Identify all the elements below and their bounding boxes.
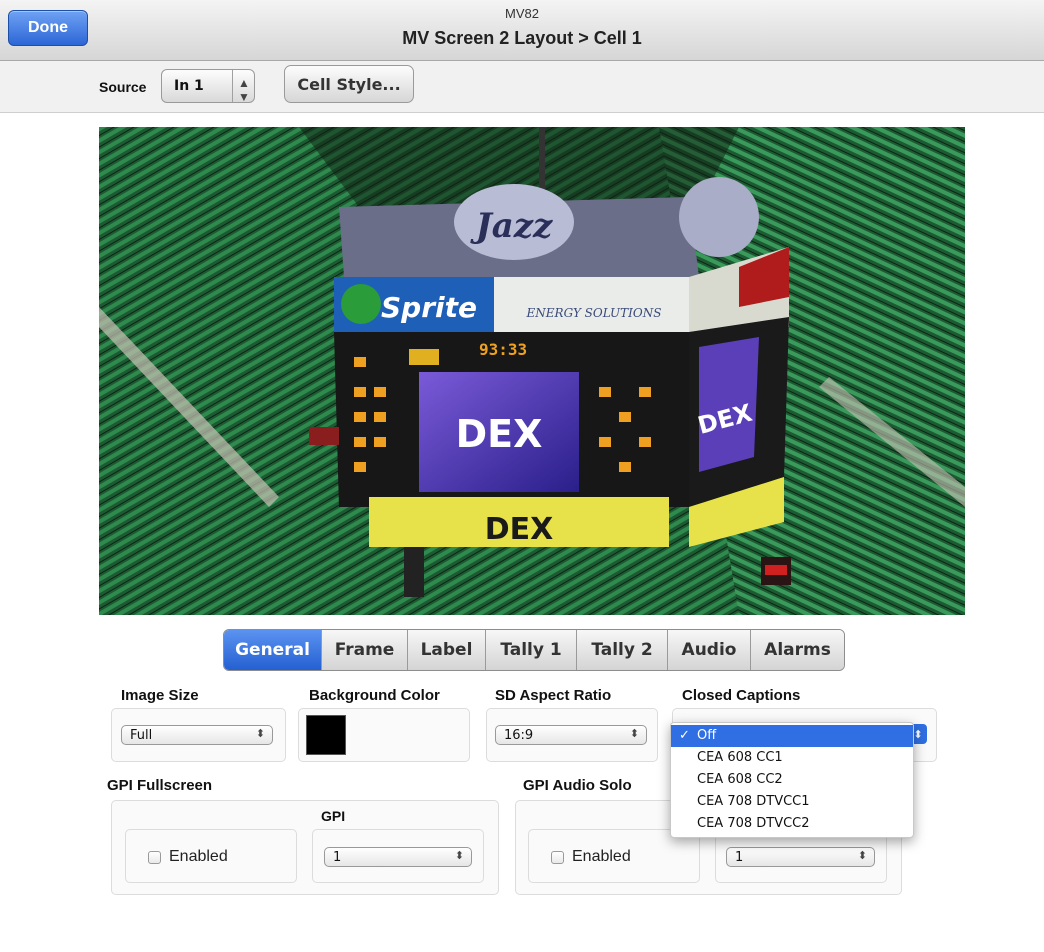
- tab-frame[interactable]: Frame: [321, 630, 407, 670]
- page-title: MV Screen 2 Layout > Cell 1: [402, 28, 642, 48]
- game-clock: 93:33: [479, 340, 527, 359]
- select-divider: [232, 70, 233, 102]
- updown-arrows-icon: ▲ ▼: [238, 76, 250, 104]
- gpi-audio-enabled-checkbox[interactable]: [551, 851, 564, 864]
- dex-banner-text: DEX: [485, 512, 554, 547]
- gpi-fullscreen-value: 1: [333, 850, 342, 865]
- gpi-fullscreen-select[interactable]: 1 ⬍: [324, 847, 472, 867]
- source-toolbar: Source In 1 ▲ ▼ Cell Style...: [0, 61, 1044, 113]
- image-size-value: Full: [130, 728, 153, 743]
- menu-item-cea608-cc1[interactable]: CEA 608 CC1: [671, 747, 913, 769]
- cell-style-button[interactable]: Cell Style...: [284, 65, 414, 103]
- gpi-fullscreen-enabled-checkbox[interactable]: [148, 851, 161, 864]
- scoreboard-image: Jazz Sprite ENERGY SOLUTIONS 93:33 DEX D…: [99, 127, 965, 615]
- background-color-swatch[interactable]: [306, 715, 346, 755]
- menu-item-cea608-cc2[interactable]: CEA 608 CC2: [671, 769, 913, 791]
- source-value: In 1: [174, 78, 204, 94]
- gpi-audio-enabled-label: Enabled: [572, 848, 631, 865]
- tab-audio[interactable]: Audio: [667, 630, 750, 670]
- source-preview-image: Jazz Sprite ENERGY SOLUTIONS 93:33 DEX D…: [99, 127, 965, 615]
- sd-aspect-label: SD Aspect Ratio: [495, 687, 612, 704]
- background-color-label: Background Color: [309, 687, 440, 704]
- gpi-audio-solo-label: GPI Audio Solo: [523, 777, 632, 794]
- updown-arrows-icon: ⬍: [629, 727, 639, 740]
- gpi-audio-select[interactable]: 1 ⬍: [726, 847, 875, 867]
- tab-general[interactable]: General: [224, 630, 321, 670]
- sd-aspect-select[interactable]: 16:9 ⬍: [495, 725, 647, 745]
- source-label: Source: [99, 79, 147, 95]
- tab-label[interactable]: Label: [407, 630, 485, 670]
- menu-item-cea708-dtvcc2[interactable]: CEA 708 DTVCC2: [671, 813, 913, 835]
- image-size-select[interactable]: Full ⬍: [121, 725, 273, 745]
- sprite-sign: Sprite: [381, 291, 477, 324]
- dex-screen-text: DEX: [456, 412, 543, 456]
- closed-captions-menu: ✓ Off CEA 608 CC1 CEA 608 CC2 CEA 708 DT…: [670, 722, 914, 838]
- menu-item-cea708-dtvcc1[interactable]: CEA 708 DTVCC1: [671, 791, 913, 813]
- title-bar: Done MV82 MV Screen 2 Layout > Cell 1: [0, 0, 1044, 61]
- closed-captions-label: Closed Captions: [682, 687, 801, 704]
- sd-aspect-value: 16:9: [504, 728, 534, 743]
- gpi-fullscreen-label: GPI Fullscreen: [107, 777, 213, 794]
- tab-alarms[interactable]: Alarms: [750, 630, 844, 670]
- checkmark-icon: ✓: [679, 728, 690, 743]
- tab-tally-1[interactable]: Tally 1: [485, 630, 576, 670]
- image-size-label: Image Size: [121, 687, 199, 704]
- jazz-logo: Jazz: [470, 206, 553, 246]
- gpi-column-label: GPI: [321, 808, 346, 824]
- device-name: MV82: [505, 6, 539, 21]
- tab-tally-2[interactable]: Tally 2: [576, 630, 667, 670]
- updown-arrows-icon: ⬍: [454, 849, 464, 862]
- updown-arrows-icon: ⬍: [255, 727, 265, 740]
- energy-sign: ENERGY SOLUTIONS: [526, 306, 662, 320]
- settings-tabs: General Frame Label Tally 1 Tally 2 Audi…: [223, 629, 845, 671]
- updown-arrows-icon: ⬍: [857, 849, 867, 862]
- gpi-fullscreen-enabled-label: Enabled: [169, 848, 228, 865]
- menu-item-off[interactable]: ✓ Off: [671, 725, 913, 747]
- gpi-audio-value: 1: [735, 850, 744, 865]
- source-select[interactable]: In 1 ▲ ▼: [161, 69, 255, 104]
